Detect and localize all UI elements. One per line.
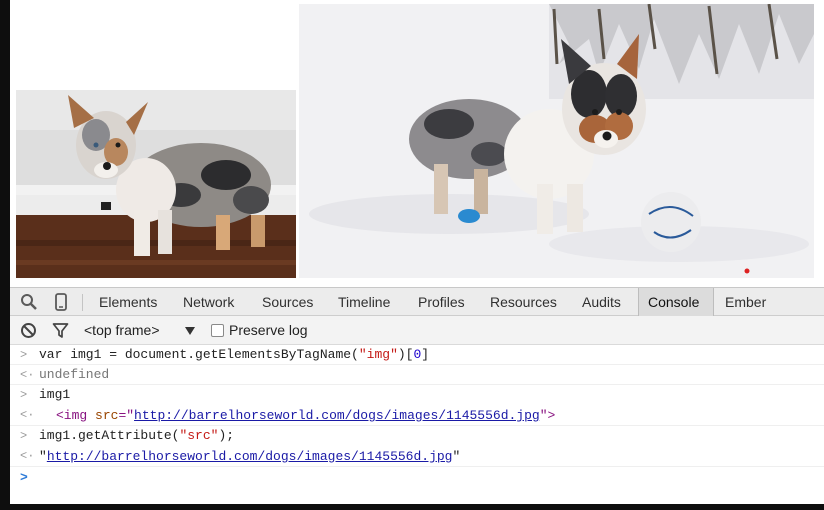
input-prompt-icon: > <box>20 388 28 402</box>
tab-console[interactable]: Console <box>638 288 714 316</box>
filter-icon[interactable] <box>52 322 69 339</box>
console-code: img1.getAttribute("src"); <box>39 428 235 443</box>
input-prompt-icon: > <box>20 348 28 362</box>
console-code: var img1 = document.getElementsByTagName… <box>39 347 430 362</box>
tab-sources[interactable]: Sources <box>253 288 322 316</box>
web-page <box>10 0 824 287</box>
console-input-line: > img1 <box>10 385 824 405</box>
console-result-line: <· undefined <box>10 365 824 385</box>
console-result-line: <· "http://barrelhorseworld.com/dogs/ima… <box>10 446 824 467</box>
console-code: img1 <box>39 387 71 402</box>
result-arrow-icon: <· <box>20 449 35 463</box>
tab-timeline[interactable]: Timeline <box>329 288 399 316</box>
tab-resources[interactable]: Resources <box>481 288 566 316</box>
console-prompt-line[interactable]: > <box>10 467 824 489</box>
device-mode-icon[interactable] <box>52 293 70 311</box>
dog-photo-snow-image <box>299 4 814 278</box>
input-prompt-icon: > <box>20 429 28 443</box>
preserve-log-label[interactable]: Preserve log <box>229 316 308 344</box>
tab-profiles[interactable]: Profiles <box>409 288 474 316</box>
image-url-link[interactable]: http://barrelhorseworld.com/dogs/images/… <box>47 449 453 464</box>
console-input-line: > img1.getAttribute("src"); <box>10 426 824 446</box>
dog-photo-indoor[interactable] <box>16 90 296 278</box>
console-result-line: <· <img src="http://barrelhorseworld.com… <box>10 405 824 426</box>
result-arrow-icon: <· <box>20 368 35 382</box>
console-result[interactable]: "http://barrelhorseworld.com/dogs/images… <box>39 446 460 467</box>
browser-viewport: Elements Network Sources Timeline Profil… <box>10 0 824 504</box>
result-arrow-icon: <· <box>20 408 35 422</box>
console-output: > var img1 = document.getElementsByTagNa… <box>10 345 824 504</box>
inspect-icon[interactable] <box>20 293 38 311</box>
console-input-line: > var img1 = document.getElementsByTagNa… <box>10 345 824 365</box>
clear-console-icon[interactable] <box>20 322 37 339</box>
tab-audits[interactable]: Audits <box>573 288 630 316</box>
devtools-tab-bar: Elements Network Sources Timeline Profil… <box>10 287 824 316</box>
toolbar-separator <box>82 294 83 311</box>
frame-selector[interactable]: <top frame> <box>84 316 160 344</box>
console-result: undefined <box>39 367 110 382</box>
tab-ember[interactable]: Ember <box>716 288 775 316</box>
console-prompt-icon[interactable]: > <box>20 467 28 489</box>
devtools-panel: Elements Network Sources Timeline Profil… <box>10 287 824 504</box>
tab-network[interactable]: Network <box>174 288 243 316</box>
console-toolbar: <top frame> Preserve log <box>10 316 824 345</box>
element-node[interactable]: <img src="http://barrelhorseworld.com/do… <box>56 405 555 426</box>
tab-elements[interactable]: Elements <box>90 288 166 316</box>
dog-photo-snow[interactable] <box>299 4 814 278</box>
dog-photo-indoor-image <box>16 90 296 278</box>
preserve-log-checkbox[interactable] <box>211 324 224 337</box>
dropdown-arrow-icon[interactable] <box>185 327 195 335</box>
image-url-link[interactable]: http://barrelhorseworld.com/dogs/images/… <box>134 408 540 423</box>
